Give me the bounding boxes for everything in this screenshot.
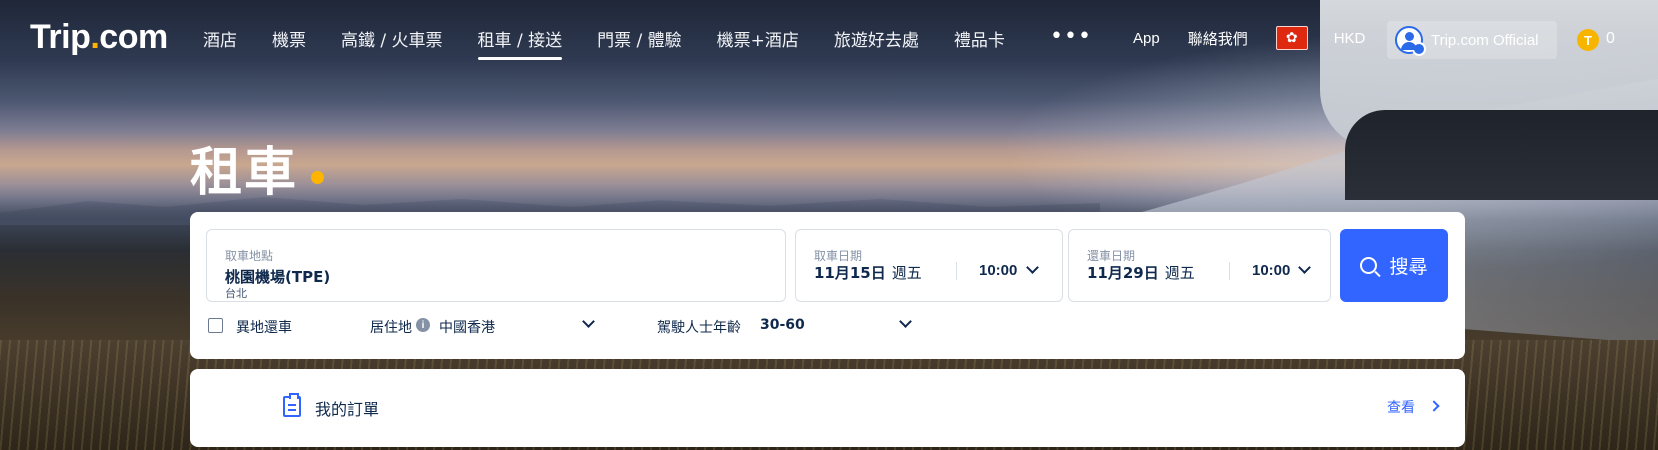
search-card: 取車地點 桃園機場(TPE) 台北 取車日期 11月15日 週五 10:00 還車… xyxy=(190,212,1465,359)
page-title: 租車 xyxy=(190,143,299,203)
chevron-down-icon[interactable] xyxy=(1026,261,1039,274)
nav-flight-hotel[interactable]: 機票+酒店 xyxy=(717,26,799,60)
view-orders-link[interactable]: 查看 xyxy=(1387,397,1415,417)
pickup-date-field[interactable]: 取車日期 11月15日 週五 10:00 xyxy=(795,229,1063,302)
search-icon xyxy=(1360,257,1378,274)
trip-coin-icon[interactable]: T xyxy=(1577,29,1599,51)
nav-flights[interactable]: 機票 xyxy=(272,26,306,60)
nav-attractions[interactable]: 門票 / 體驗 xyxy=(597,26,682,60)
return-date-field[interactable]: 還車日期 11月29日 週五 10:00 xyxy=(1068,229,1331,302)
header-right-links: App 聯絡我們 ✿ HKD xyxy=(1133,26,1393,50)
divider xyxy=(1229,262,1230,280)
chevron-down-icon[interactable] xyxy=(582,315,595,328)
return-date-value: 11月29日 週五 xyxy=(1087,264,1195,282)
info-icon[interactable]: i xyxy=(416,318,430,332)
pickup-time-value[interactable]: 10:00 xyxy=(979,262,1017,279)
nav-travel-inspiration[interactable]: 旅遊好去處 xyxy=(834,26,919,60)
chevron-down-icon[interactable] xyxy=(899,315,912,328)
my-orders-card[interactable]: 我的訂單 查看 xyxy=(190,369,1465,447)
search-options-row: 異地還車 居住地 i 中國香港 駕駛人士年齡 30-60 xyxy=(206,314,1446,338)
residence-value[interactable]: 中國香港 xyxy=(439,317,495,337)
top-navigation-bar: Trip.com 酒店 機票 高鐵 / 火車票 租車 / 接送 門票 / 體驗 … xyxy=(0,0,1658,80)
more-menu-icon[interactable]: ••• xyxy=(1050,24,1092,49)
pickup-date-value: 11月15日 週五 xyxy=(814,264,922,282)
divider xyxy=(956,262,957,280)
contact-us-link[interactable]: 聯絡我們 xyxy=(1188,28,1248,49)
settings-badge-icon xyxy=(1412,42,1426,56)
different-return-checkbox[interactable] xyxy=(208,318,223,333)
chevron-down-icon[interactable] xyxy=(1298,261,1311,274)
pickup-location-value: 桃園機場(TPE) xyxy=(225,268,331,286)
driver-age-label: 駕駛人士年齡 xyxy=(657,320,741,336)
search-button-label: 搜尋 xyxy=(1389,256,1428,278)
pickup-location-label: 取車地點 xyxy=(225,249,274,263)
nav-hotels[interactable]: 酒店 xyxy=(203,26,237,60)
search-button[interactable]: 搜尋 xyxy=(1340,229,1448,302)
nav-gift-card[interactable]: 禮品卡 xyxy=(954,26,1005,60)
chevron-right-icon[interactable] xyxy=(1428,400,1440,412)
currency-selector[interactable]: HKD xyxy=(1334,30,1366,47)
my-orders-label: 我的訂單 xyxy=(315,400,380,419)
trip-logo[interactable]: Trip.com xyxy=(30,18,168,57)
return-time-value[interactable]: 10:00 xyxy=(1252,262,1290,279)
avatar-icon xyxy=(1395,26,1426,56)
nav-car-rental[interactable]: 租車 / 接送 xyxy=(477,26,562,60)
hong-kong-flag-icon[interactable]: ✿ xyxy=(1275,26,1308,50)
account-name: Trip.com Official xyxy=(1431,31,1539,49)
different-return-label[interactable]: 異地還車 xyxy=(236,317,292,337)
app-link[interactable]: App xyxy=(1133,30,1160,47)
airplane-engine-shadow xyxy=(1345,110,1658,200)
nav-trains[interactable]: 高鐵 / 火車票 xyxy=(341,26,443,60)
clipboard-icon xyxy=(283,393,301,417)
trip-coin-count[interactable]: 0 xyxy=(1606,30,1615,48)
driver-age-value[interactable]: 30-60 xyxy=(760,317,805,333)
pickup-location-field[interactable]: 取車地點 桃園機場(TPE) 台北 xyxy=(206,229,786,302)
title-dot-decoration xyxy=(311,171,324,184)
account-button[interactable]: Trip.com Official xyxy=(1387,21,1557,59)
residence-label: 居住地 xyxy=(370,320,412,336)
pickup-city: 台北 xyxy=(225,287,247,300)
main-nav: 酒店 機票 高鐵 / 火車票 租車 / 接送 門票 / 體驗 機票+酒店 旅遊好… xyxy=(203,26,1040,60)
